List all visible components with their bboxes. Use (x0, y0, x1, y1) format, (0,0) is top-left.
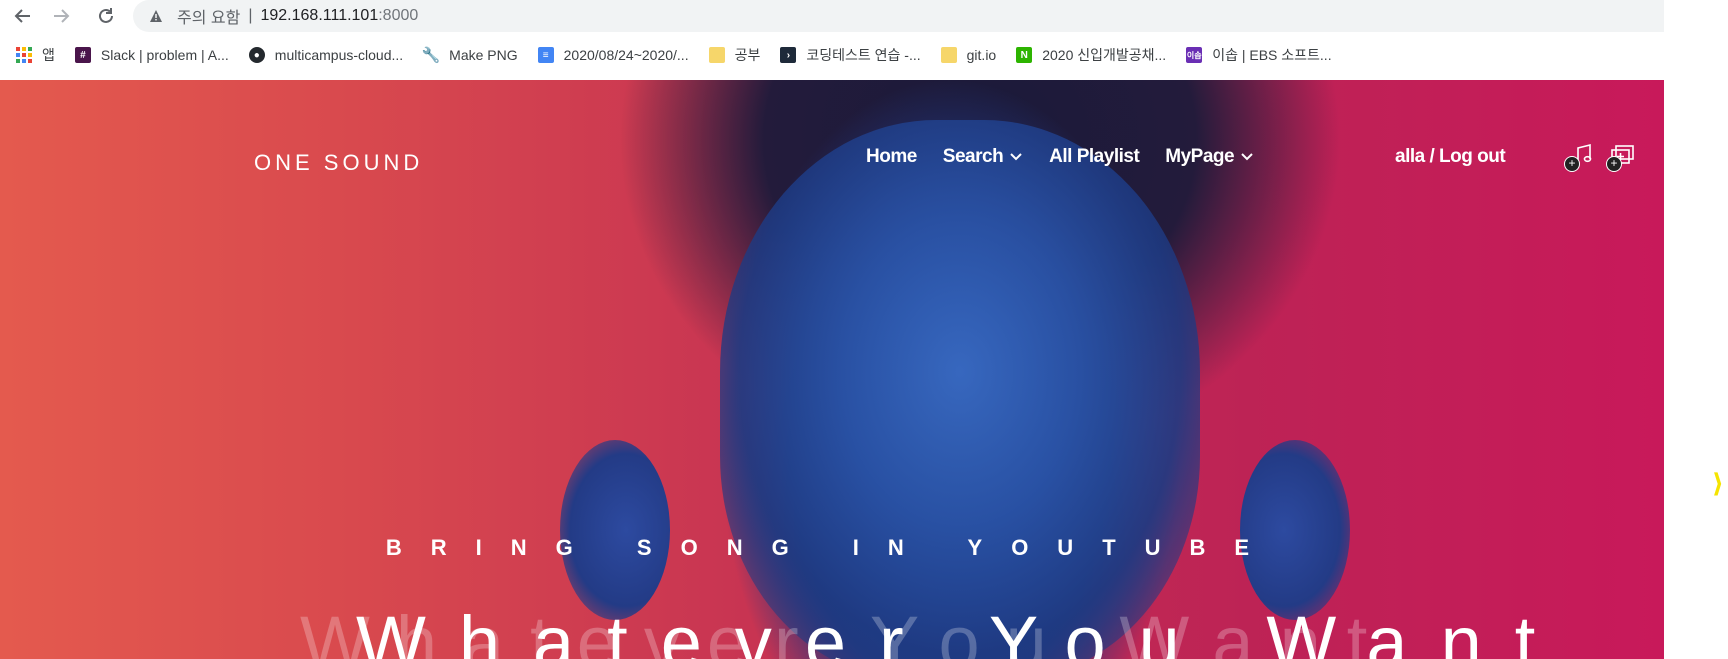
bookmark-label: 코딩테스트 연습 -... (806, 47, 921, 63)
bookmark-label: 공부 (734, 47, 761, 63)
hero-tagline: BRING SONG IN YOUTUBE (385, 535, 1279, 560)
warning-triangle-icon (149, 8, 165, 24)
address-bar-row: 주의 요함 | 192.168.111.101 :8000 (0, 0, 1664, 32)
browser-chrome: 주의 요함 | 192.168.111.101 :8000 앱 # Slack … (0, 0, 1664, 80)
folder-icon (708, 47, 725, 63)
google-docs-icon: ≡ (537, 47, 554, 63)
bookmark-programmers[interactable]: › 코딩테스트 연습 -... (772, 40, 932, 70)
bookmark-label: Slack | problem | A... (100, 47, 229, 63)
plus-icon: + (1564, 156, 1580, 172)
url-host[interactable]: 192.168.111.101 (260, 7, 378, 25)
nav-mypage-label: MyPage (1165, 146, 1235, 167)
hero-headline: Whatever You Want (356, 601, 1569, 659)
bookmarks-bar: 앱 # Slack | problem | A... ● multicampus… (0, 38, 1664, 72)
bookmark-label: 앱 (42, 47, 55, 63)
bookmark-slack[interactable]: # Slack | problem | A... (67, 40, 241, 70)
bookmark-make-png[interactable]: 🔧 Make PNG (415, 40, 529, 70)
bookmark-naver[interactable]: N 2020 신입개발공채... (1008, 40, 1178, 70)
site-logo[interactable]: ONE SOUND (254, 150, 423, 176)
bookmark-folder-gitio[interactable]: git.io (933, 40, 1009, 70)
nav-home[interactable]: Home (866, 146, 917, 168)
url-port[interactable]: :8000 (378, 7, 418, 25)
url-separator: | (248, 7, 253, 24)
bookmark-github[interactable]: ● multicampus-cloud... (241, 40, 415, 70)
hero-background-image (720, 120, 1200, 659)
bookmark-apps[interactable]: 앱 (0, 40, 67, 70)
wrench-icon: 🔧 (421, 47, 441, 64)
bookmark-label: 2020 신입개발공채... (1042, 47, 1167, 63)
bookmark-label: Make PNG (449, 47, 518, 63)
bookmark-label: 2020/08/24~2020/... (563, 47, 689, 63)
header-icon-group: + + (1564, 142, 1650, 172)
plus-icon: + (1606, 156, 1622, 172)
chevron-down-icon (1241, 153, 1253, 161)
arrow-right-icon (54, 9, 70, 23)
nav-search-label: Search (942, 146, 1004, 167)
bookmark-folder-study[interactable]: 공부 (701, 40, 773, 70)
nav-all-playlist-label: All Playlist (1049, 146, 1140, 167)
github-icon: ● (248, 47, 265, 63)
hero-background-detail (560, 440, 670, 620)
nav-home-label: Home (866, 146, 917, 167)
bookmark-label: git.io (966, 47, 997, 63)
forward-button[interactable] (48, 4, 74, 28)
reload-icon (99, 8, 113, 23)
main-nav: Home Search All Playlist MyPage (866, 146, 1280, 168)
bookmark-ebs[interactable]: 이솝 이솝 | EBS 소프트... (1178, 40, 1343, 70)
folder-icon (940, 47, 957, 63)
back-button[interactable] (10, 4, 36, 28)
hero-background-detail (1240, 440, 1350, 620)
ebs-icon: 이솝 (1186, 47, 1203, 63)
nav-mypage[interactable]: MyPage (1165, 146, 1254, 168)
omnibox[interactable]: 주의 요함 | 192.168.111.101 :8000 (133, 0, 1664, 32)
security-status-label[interactable]: 주의 요함 (177, 4, 240, 28)
add-music-button[interactable]: + (1564, 142, 1600, 172)
arrow-left-icon (14, 9, 30, 23)
nav-search[interactable]: Search (943, 146, 1023, 168)
add-playlist-button[interactable]: + (1606, 142, 1642, 172)
nav-all-playlist[interactable]: All Playlist (1049, 146, 1140, 168)
programmers-icon: › (780, 47, 797, 63)
apps-grid-icon (16, 47, 32, 63)
bookmark-label: multicampus-cloud... (274, 47, 404, 63)
reload-button[interactable] (93, 4, 119, 28)
offscreen-decoration: ⟩ (1712, 468, 1724, 498)
chevron-down-icon (1010, 153, 1022, 161)
user-logout-link[interactable]: alla / Log out (1395, 146, 1506, 168)
bookmark-label: 이솝 | EBS 소프트... (1212, 47, 1332, 63)
naver-icon: N (1016, 47, 1033, 63)
bookmark-google-doc[interactable]: ≡ 2020/08/24~2020/... (530, 40, 701, 70)
hero-section: ONE SOUND Home Search All Playlist MyPag… (0, 80, 1664, 659)
slack-icon: # (74, 47, 91, 63)
